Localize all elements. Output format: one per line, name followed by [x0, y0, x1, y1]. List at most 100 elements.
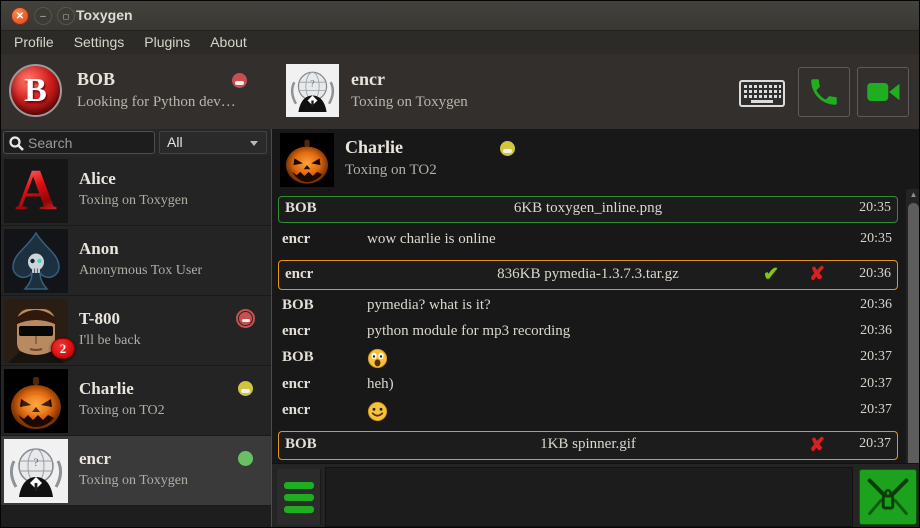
menu-bar: Profile Settings Plugins About — [1, 31, 920, 54]
message-sender: BOB — [282, 349, 314, 366]
menu-profile[interactable]: Profile — [4, 31, 64, 54]
self-status-busy-icon — [232, 73, 247, 88]
search-box[interactable] — [3, 131, 155, 154]
message-row: BOB 20:37 — [272, 346, 904, 373]
screen-keyboard-icon[interactable] — [739, 80, 785, 112]
video-call-button[interactable] — [857, 67, 909, 117]
contact-row-t800[interactable]: T-800 I'll be back 2 — [1, 296, 271, 366]
message-sender: BOB — [282, 297, 314, 314]
menu-about[interactable]: About — [200, 31, 257, 54]
contact-filter-dropdown[interactable]: All — [159, 131, 267, 154]
active-chat-name: encr — [351, 69, 385, 90]
chevron-down-icon — [250, 141, 258, 146]
status-online-icon — [238, 451, 253, 466]
file-name: 836KB pymedia-1.3.7.3.tar.gz — [279, 266, 897, 283]
self-avatar-letter: B — [24, 72, 47, 109]
decline-file-icon[interactable]: ✘ — [809, 263, 825, 286]
self-avatar[interactable]: B — [9, 64, 62, 117]
audio-call-button[interactable] — [798, 67, 850, 117]
charlie-avatar — [4, 369, 68, 433]
message-sender: encr — [282, 231, 310, 248]
pumpkin-icon — [4, 369, 68, 433]
contact-filter-value: All — [167, 134, 183, 150]
message-text: python module for mp3 recording — [367, 323, 570, 340]
message-list: BOB 6KB toxygen_inline.png 20:35 encr wo… — [272, 187, 904, 463]
hamburger-icon — [284, 482, 314, 489]
contact-status-message: I'll be back — [79, 333, 141, 349]
search-row: All — [1, 129, 271, 156]
camera-icon — [865, 77, 901, 107]
menu-settings[interactable]: Settings — [64, 31, 135, 54]
titlebar: ✕ – ◻ Toxygen — [1, 1, 920, 31]
window-maximize-icon[interactable]: ◻ — [57, 7, 75, 25]
file-name: 1KB spinner.gif — [279, 436, 897, 453]
anonymous-logo: ? — [286, 64, 339, 117]
window-minimize-icon[interactable]: – — [34, 7, 52, 25]
search-icon — [8, 135, 25, 152]
send-button[interactable] — [859, 469, 917, 525]
message-text: heh) — [367, 376, 394, 393]
self-name: BOB — [77, 69, 115, 90]
svg-text:?: ? — [33, 455, 38, 469]
alice-avatar: A — [4, 159, 68, 223]
alice-avatar-letter: A — [15, 159, 57, 222]
friend-name: Charlie — [345, 137, 403, 158]
contact-row-encr[interactable]: ? encr Toxing on Toxygen — [1, 436, 271, 506]
file-name: 6KB toxygen_inline.png — [279, 200, 897, 217]
pumpkin-icon — [280, 133, 334, 187]
message-time: 20:37 — [860, 349, 892, 365]
message-time: 20:35 — [860, 231, 892, 247]
status-busy-unread-icon — [236, 309, 255, 328]
spade-skull-icon — [4, 229, 68, 293]
message-text: pymedia? what is it? — [367, 297, 491, 314]
file-transfer-complete[interactable]: BOB 6KB toxygen_inline.png 20:35 — [278, 196, 898, 223]
menu-plugins[interactable]: Plugins — [134, 31, 200, 54]
search-input[interactable] — [28, 133, 150, 152]
contact-name: Alice — [79, 169, 116, 189]
contact-name: Anon — [79, 239, 119, 259]
scrollbar-thumb[interactable] — [908, 203, 919, 493]
accept-file-icon[interactable]: ✔ — [763, 263, 779, 286]
message-sender: encr — [282, 376, 310, 393]
window-close-icon[interactable]: ✕ — [11, 7, 29, 25]
conversation-friend-header: Charlie Toxing on TO2 — [272, 129, 920, 187]
contact-status-message: Anonymous Tox User — [79, 263, 202, 279]
contact-name: T-800 — [79, 309, 120, 329]
window-title: Toxygen — [76, 7, 133, 23]
message-time: 20:37 — [859, 436, 891, 452]
message-input[interactable] — [325, 467, 853, 527]
scared-smiley-icon — [367, 348, 388, 369]
sidebar: All A Alice Toxing on Toxygen — [1, 129, 271, 528]
chat-area: Charlie Toxing on TO2 BOB 6KB toxygen_in… — [271, 129, 920, 528]
message-time: 20:37 — [860, 376, 892, 392]
toxygen-window: ✕ – ◻ Toxygen Profile Settings Plugins A… — [0, 0, 920, 528]
message-row: encr python module for mp3 recording 20:… — [272, 320, 904, 346]
contact-name: Charlie — [79, 379, 134, 399]
message-row: encr wow charlie is online 20:35 — [272, 228, 904, 254]
message-sender: encr — [282, 323, 310, 340]
contact-name: encr — [79, 449, 111, 469]
message-time: 20:37 — [860, 402, 892, 418]
status-away-icon — [238, 381, 253, 396]
anonymous-logo: ? — [4, 439, 68, 503]
contact-row-charlie[interactable]: Charlie Toxing on TO2 — [1, 366, 271, 436]
status-away-icon — [500, 141, 515, 156]
message-row: encr 20:37 — [272, 399, 904, 426]
attachments-menu-button[interactable] — [277, 469, 321, 525]
message-time: 20:36 — [859, 266, 891, 282]
contact-row-alice[interactable]: A Alice Toxing on Toxygen — [1, 156, 271, 226]
contact-status-message: Toxing on TO2 — [79, 403, 165, 419]
scroll-up-icon[interactable]: ▲ — [906, 189, 920, 201]
svg-text:?: ? — [310, 78, 314, 89]
anon-avatar — [4, 229, 68, 293]
phone-icon — [807, 75, 841, 109]
encr-avatar: ? — [4, 439, 68, 503]
smile-smiley-icon — [367, 401, 388, 422]
file-transfer-cancellable: BOB 1KB spinner.gif ✘ 20:37 — [278, 431, 898, 460]
unread-count-badge: 2 — [51, 338, 75, 359]
message-time: 20:36 — [860, 297, 892, 313]
decline-file-icon[interactable]: ✘ — [809, 434, 825, 457]
message-row: encr heh) 20:37 — [272, 373, 904, 399]
contact-row-anon[interactable]: Anon Anonymous Tox User — [1, 226, 271, 296]
send-envelope-lock-icon — [866, 476, 910, 518]
